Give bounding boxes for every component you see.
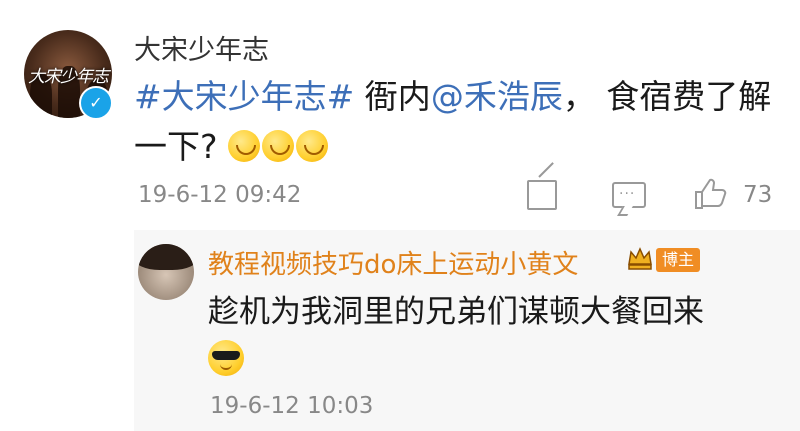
reply-text: 趁机为我洞里的兄弟们谋顿大餐回来 (208, 294, 704, 330)
post-username[interactable]: 大宋少年志 (134, 28, 269, 67)
reply-block: 教程视频技巧do床上运动小黄文 博主 趁机为我洞里的兄弟们谋顿大餐回来 19-6… (134, 230, 800, 431)
post-text-a: 衙内 (354, 77, 431, 116)
cool-emoji (208, 340, 244, 376)
reply-avatar[interactable] (138, 244, 194, 300)
comment-icon[interactable]: ··· (612, 182, 646, 216)
verified-icon: ✓ (79, 86, 113, 120)
blogger-badge: 博主 (656, 248, 701, 272)
crown-icon (628, 247, 652, 270)
grin-emoji (262, 130, 295, 162)
reply-username[interactable]: 教程视频技巧do床上运动小黄文 (208, 244, 578, 281)
avatar-logo-text: 大宋少年志 (28, 67, 109, 87)
like-icon[interactable] (692, 176, 728, 219)
reply-timestamp: 19-6-12 10:03 (210, 393, 374, 419)
mention-link[interactable]: @禾浩辰 (431, 77, 563, 116)
share-icon[interactable] (527, 180, 557, 210)
post-body: #大宋少年志# 衙内@禾浩辰， 食宿费了解一下? (134, 72, 774, 172)
like-count: 73 (743, 182, 773, 208)
grin-emoji (228, 130, 261, 162)
post-timestamp: 19-6-12 09:42 (138, 182, 302, 208)
grin-emoji (296, 130, 329, 162)
topic-link[interactable]: #大宋少年志# (134, 77, 354, 116)
